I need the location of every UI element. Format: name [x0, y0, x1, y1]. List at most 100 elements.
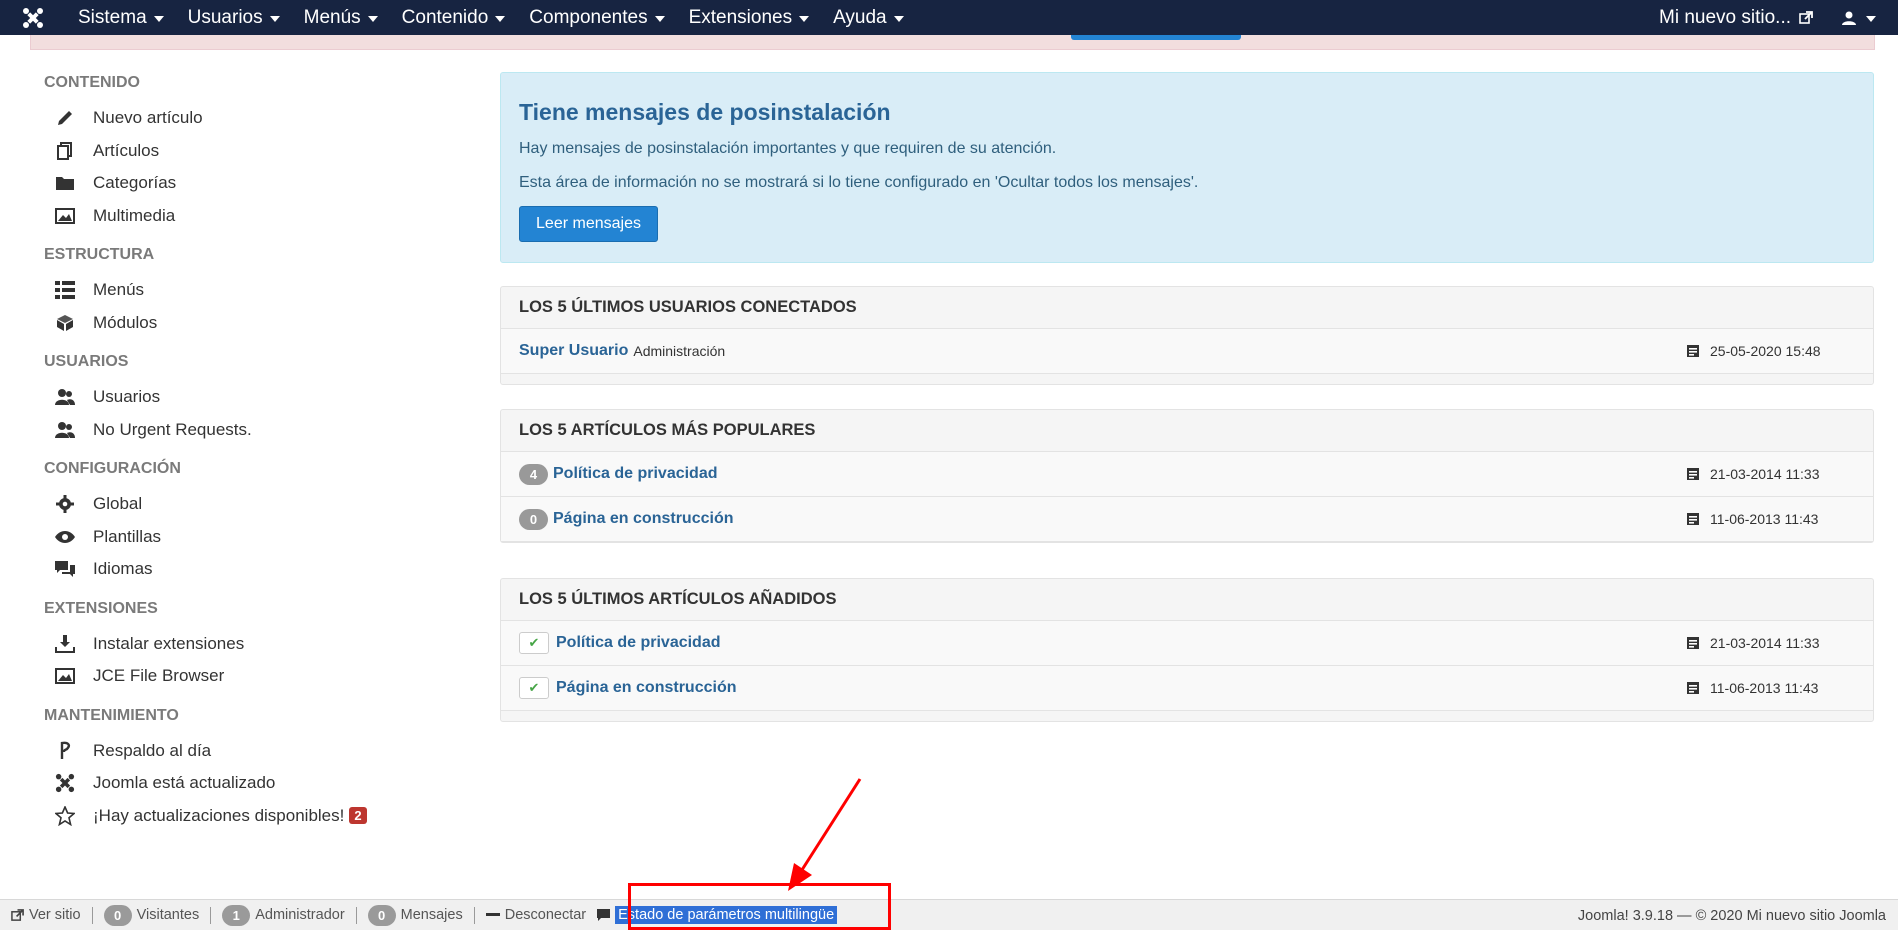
date-text: 11-06-2013 11:43: [1710, 680, 1819, 696]
popular-articles-panel: LOS 5 ARTÍCULOS MÁS POPULARES 4 Política…: [500, 409, 1874, 543]
caret-down-icon: [799, 15, 810, 22]
published-check-icon[interactable]: ✔: [519, 677, 549, 699]
sidebar-item-articulos[interactable]: Artículos: [44, 135, 444, 168]
sidebar-item-menus[interactable]: Menús: [44, 274, 444, 307]
sidebar-item-actualizaciones[interactable]: ¡Hay actualizaciones disponibles! 2: [44, 800, 444, 833]
user-menu[interactable]: [1827, 10, 1898, 26]
sidebar-item-usuarios[interactable]: Usuarios: [44, 381, 444, 414]
sidebar-heading: CONFIGURACIÓN: [44, 460, 181, 477]
sidebar-item-plantillas[interactable]: Plantillas: [44, 521, 444, 554]
view-site-label: Ver sitio: [29, 907, 81, 923]
sidebar-item-label: Multimedia: [93, 205, 176, 225]
table-row: ✔ Página en construcción 11-06-2013 11:4…: [501, 666, 1873, 711]
sidebar-item-label: Artículos: [93, 140, 160, 160]
sidebar-item-no-urgent-requests[interactable]: No Urgent Requests.: [44, 414, 444, 447]
calendar-icon: [1687, 468, 1699, 480]
sidebar-item-global[interactable]: Global: [44, 488, 444, 521]
calendar-icon: [1687, 345, 1699, 357]
external-link-icon: [1799, 10, 1813, 24]
image-icon: [54, 205, 75, 226]
messages-status[interactable]: 0 Mensajes: [357, 900, 474, 930]
row-date: 21-03-2014 11:33: [1686, 635, 1820, 651]
article-link[interactable]: Página en construcción: [556, 679, 736, 697]
image-icon: [54, 666, 75, 687]
sidebar-heading: EXTENSIONES: [44, 599, 158, 617]
menu-ayuda[interactable]: Ayuda: [821, 0, 916, 35]
sidebar-heading: USUARIOS: [44, 353, 129, 370]
sidebar-item-nuevo-articulo[interactable]: Nuevo artículo: [44, 102, 444, 135]
row-date: 11-06-2013 11:43: [1686, 680, 1818, 696]
date-text: 21-03-2014 11:33: [1710, 466, 1820, 482]
menu-menus[interactable]: Menús: [292, 0, 390, 35]
date-text: 11-06-2013 11:43: [1710, 511, 1819, 527]
article-link[interactable]: Política de privacidad: [556, 634, 721, 652]
admins-label: Administrador: [255, 907, 345, 923]
sidebar-group-extensiones: EXTENSIONES Instalar extensiones JCE Fil…: [44, 598, 444, 693]
caret-down-icon: [654, 15, 665, 22]
copyright-text: © 2020 Mi nuevo sitio Joomla: [1695, 907, 1886, 924]
menu-sistema[interactable]: Sistema: [66, 0, 176, 35]
published-check-icon[interactable]: ✔: [519, 632, 549, 654]
logout-link[interactable]: Desconectar: [475, 900, 597, 930]
sidebar-item-instalar-extensiones[interactable]: Instalar extensiones: [44, 628, 444, 661]
comment-icon: [597, 909, 611, 921]
sidebar-item-label: Menús: [93, 280, 145, 300]
panel-footer: [501, 374, 1873, 384]
date-text: 25-05-2020 15:48: [1710, 343, 1821, 359]
sidebar-item-multimedia[interactable]: Multimedia: [44, 200, 444, 233]
panel-title: LOS 5 ARTÍCULOS MÁS POPULARES: [501, 410, 1873, 452]
sidebar-item-categorias[interactable]: Categorías: [44, 167, 444, 200]
sidebar-item-label: Respaldo al día: [93, 740, 212, 760]
site-preview-link[interactable]: Mi nuevo sitio...: [1645, 7, 1827, 29]
folder-icon: [54, 173, 75, 194]
alert-button-edge[interactable]: [1071, 35, 1241, 40]
article-link[interactable]: Política de privacidad: [553, 465, 718, 483]
logout-label: Desconectar: [504, 907, 587, 923]
view-site-link[interactable]: Ver sitio: [0, 900, 92, 930]
sidebar-item-jce-file-browser[interactable]: JCE File Browser: [44, 660, 444, 693]
hits-badge: 0: [519, 508, 548, 530]
article-link[interactable]: Página en construcción: [553, 510, 733, 528]
caret-down-icon: [893, 15, 904, 22]
alert-message-strip: [30, 35, 1875, 50]
user-name-link[interactable]: Super Usuario: [519, 342, 628, 360]
postinstall-line-2: Esta área de información no se mostrará …: [519, 174, 1199, 191]
sidebar-group-configuracion: CONFIGURACIÓN Global Plantillas Idiomas: [44, 458, 444, 586]
menu-extensiones[interactable]: Extensiones: [677, 0, 822, 35]
calendar-icon: [1687, 682, 1699, 694]
admins-status[interactable]: 1 Administrador: [211, 900, 355, 930]
copy-icon: [54, 140, 75, 161]
menu-label: Ayuda: [833, 6, 887, 28]
version-info: Joomla! 3.9.18 — © 2020 Mi nuevo sitio J…: [1578, 900, 1886, 930]
minus-icon: [485, 913, 500, 916]
caret-down-icon: [153, 15, 164, 22]
sidebar-item-label: Joomla está actualizado: [93, 773, 276, 793]
joomla-version: Joomla! 3.9.18: [1577, 907, 1674, 924]
menu-usuarios[interactable]: Usuarios: [176, 0, 292, 35]
sidebar-item-idiomas[interactable]: Idiomas: [44, 553, 444, 586]
menu-contenido[interactable]: Contenido: [390, 0, 518, 35]
sidebar-item-respaldo[interactable]: Respaldo al día: [44, 735, 444, 768]
admins-count-badge: 1: [222, 904, 251, 926]
annotation-arrow-icon: [788, 778, 862, 891]
sidebar-item-label: JCE File Browser: [93, 666, 225, 686]
menu-label: Extensiones: [688, 6, 793, 28]
akeeba-icon: [54, 740, 75, 761]
sidebar-item-joomla-actualizado[interactable]: Joomla está actualizado: [44, 767, 444, 800]
caret-down-icon: [367, 15, 378, 22]
menu-componentes[interactable]: Componentes: [517, 0, 676, 35]
menu-label: Usuarios: [187, 6, 263, 28]
panel-title: LOS 5 ÚLTIMOS ARTÍCULOS AÑADIDOS: [501, 579, 1873, 621]
table-row: ✔ Política de privacidad 21-03-2014 11:3…: [501, 621, 1873, 666]
sidebar-heading: ESTRUCTURA: [44, 246, 155, 263]
read-messages-button[interactable]: Leer mensajes: [519, 206, 658, 242]
sidebar-item-label: Módulos: [93, 312, 158, 332]
latest-articles-panel: LOS 5 ÚLTIMOS ARTÍCULOS AÑADIDOS ✔ Polít…: [500, 578, 1874, 722]
sidebar-group-estructura: ESTRUCTURA Menús Módulos: [44, 244, 444, 339]
menu-label: Menús: [303, 6, 361, 28]
visitors-label: Visitantes: [136, 907, 200, 923]
sidebar-item-modulos[interactable]: Módulos: [44, 307, 444, 340]
visitors-status[interactable]: 0 Visitantes: [93, 900, 211, 930]
sidebar-heading: CONTENIDO: [44, 74, 140, 91]
joomla-logo-icon[interactable]: [0, 0, 66, 35]
